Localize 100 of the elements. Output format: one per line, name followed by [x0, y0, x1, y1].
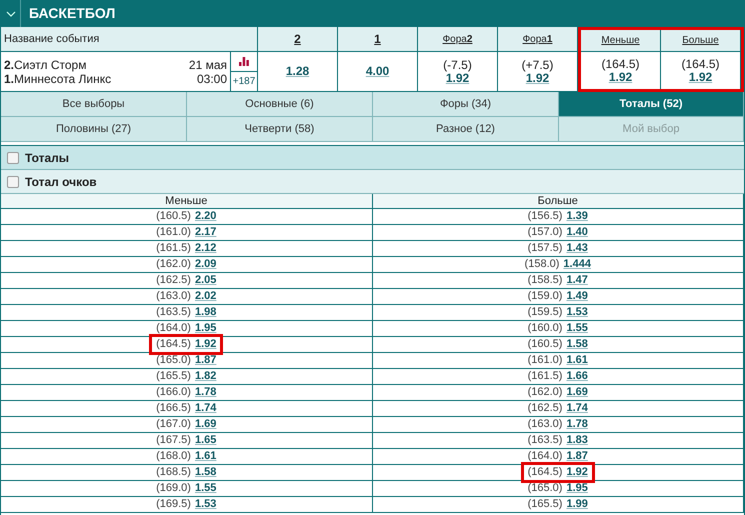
chevron-icon — [6, 10, 16, 16]
odds-link[interactable]: 1.92 — [526, 72, 550, 84]
odds-link[interactable]: 1.69 — [194, 416, 216, 433]
total-line: (169.5) — [156, 497, 191, 512]
section-checkbox[interactable] — [7, 152, 19, 164]
market-tab[interactable]: Разное (12) — [373, 117, 559, 142]
odds-link[interactable]: 1.58 — [566, 336, 588, 353]
odds-link[interactable]: 1.55 — [194, 480, 216, 497]
total-line: (158.5) — [528, 273, 562, 288]
market-tab[interactable]: Четверти (58) — [187, 117, 373, 142]
total-line: (168.5) — [156, 465, 191, 480]
odds-link[interactable]: 1.92 — [608, 70, 632, 84]
total-line: (166.0) — [156, 385, 191, 400]
total-line: (160.0) — [528, 321, 562, 336]
market-tab[interactable]: Форы (34) — [373, 92, 559, 117]
handicap-value: (164.5) — [601, 58, 640, 70]
odds-link[interactable]: 1.39 — [566, 208, 588, 225]
odds-link[interactable]: 1.40 — [566, 224, 588, 241]
team-name: Миннесота Линкс — [14, 72, 112, 86]
table-header-cell: Меньше — [1, 194, 372, 209]
odds-link[interactable]: 2.02 — [194, 288, 216, 305]
total-line: (161.0) — [156, 225, 191, 240]
odds-link[interactable]: 1.82 — [194, 368, 216, 385]
handicap-value: (-7.5) — [443, 58, 472, 72]
section-title: Тоталы — [25, 150, 70, 166]
odds-link[interactable]: 1.99 — [566, 496, 588, 513]
total-line: (162.0) — [156, 257, 191, 272]
odds-link[interactable]: 1.92 — [194, 336, 216, 353]
more-markets-link[interactable]: +187 — [231, 72, 257, 91]
section-title: Тотал очков — [25, 174, 97, 190]
odds-link[interactable]: 1.98 — [194, 304, 216, 321]
total-line: (159.5) — [528, 305, 562, 320]
total-line: (160.5) — [528, 337, 562, 352]
total-line: (163.5) — [156, 305, 191, 320]
odds-link[interactable]: 1.53 — [194, 496, 216, 513]
odds-link[interactable]: 1.65 — [194, 432, 216, 449]
odds-link[interactable]: 1.61 — [194, 448, 216, 465]
odds-link[interactable]: 1.92 — [566, 464, 588, 481]
odds-link[interactable]: 1.28 — [286, 65, 310, 78]
odds-link[interactable]: 1.92 — [446, 72, 470, 84]
odds-link[interactable]: 1.43 — [566, 240, 588, 257]
total-line: (161.5) — [528, 369, 562, 384]
column-header-link[interactable]: 2 — [294, 30, 301, 48]
total-line: (164.5) — [528, 465, 562, 480]
odds-link[interactable]: 1.66 — [566, 368, 588, 385]
market-tab[interactable]: Все выборы — [1, 92, 187, 117]
odds-link[interactable]: 1.49 — [566, 288, 588, 305]
total-line: (159.0) — [528, 289, 562, 304]
total-line: (165.5) — [528, 497, 562, 512]
section-checkbox[interactable] — [7, 176, 19, 188]
odds-link[interactable]: 1.58 — [194, 464, 216, 481]
bar-chart-icon — [239, 57, 249, 66]
total-line: (165.5) — [156, 369, 191, 384]
odds-link[interactable]: 4.00 — [366, 65, 390, 78]
total-line: (169.0) — [156, 481, 191, 496]
odds-link[interactable]: 1.78 — [566, 416, 588, 433]
total-line: (156.5) — [528, 209, 562, 224]
odds-link[interactable]: 2.17 — [194, 224, 216, 241]
odds-link[interactable]: 1.95 — [566, 480, 588, 497]
total-line: (165.0) — [528, 481, 562, 496]
total-line: (160.5) — [156, 209, 191, 224]
market-tab[interactable]: Тоталы (52) — [559, 92, 744, 117]
odds-link[interactable]: 1.74 — [194, 400, 216, 417]
odds-link[interactable]: 1.444 — [563, 256, 591, 273]
odds-link[interactable]: 2.05 — [194, 272, 216, 289]
odds-link[interactable]: 1.61 — [566, 352, 588, 369]
total-line: (164.0) — [156, 321, 191, 336]
table-header-cell: Больше — [372, 194, 744, 209]
total-line: (164.0) — [528, 449, 562, 464]
odds-link[interactable]: 1.74 — [566, 400, 588, 417]
total-line: (157.0) — [528, 225, 562, 240]
odds-link[interactable]: 1.95 — [194, 320, 216, 337]
odds-link[interactable]: 1.78 — [194, 384, 216, 401]
market-tab[interactable]: Основные (6) — [187, 92, 373, 117]
total-line: (167.0) — [156, 417, 191, 432]
table-header-cell: Название события — [1, 27, 258, 52]
odds-link[interactable]: 1.87 — [194, 352, 216, 369]
total-line: (163.0) — [528, 417, 562, 432]
team-number: 1. — [4, 72, 14, 86]
column-header-link[interactable]: 1 — [374, 30, 381, 48]
odds-link[interactable]: 1.92 — [688, 70, 712, 84]
total-line: (164.5) — [156, 337, 191, 352]
team-number: 2. — [4, 58, 14, 72]
market-tab[interactable]: Половины (27) — [1, 117, 187, 142]
odds-link[interactable]: 1.87 — [566, 448, 588, 465]
total-line: (162.5) — [528, 401, 562, 416]
odds-link[interactable]: 1.55 — [566, 320, 588, 337]
total-line: (162.5) — [156, 273, 191, 288]
total-line: (162.0) — [528, 385, 562, 400]
total-line: (161.0) — [528, 353, 562, 368]
odds-link[interactable]: 2.12 — [194, 240, 216, 257]
odds-link[interactable]: 1.69 — [566, 384, 588, 401]
odds-link[interactable]: 2.20 — [194, 208, 216, 225]
odds-link[interactable]: 1.47 — [566, 272, 588, 289]
total-line: (161.5) — [156, 241, 191, 256]
total-line: (166.5) — [156, 401, 191, 416]
odds-link[interactable]: 1.83 — [566, 432, 588, 449]
total-line: (158.0) — [524, 257, 560, 272]
odds-link[interactable]: 2.09 — [194, 256, 216, 273]
odds-link[interactable]: 1.53 — [566, 304, 588, 321]
